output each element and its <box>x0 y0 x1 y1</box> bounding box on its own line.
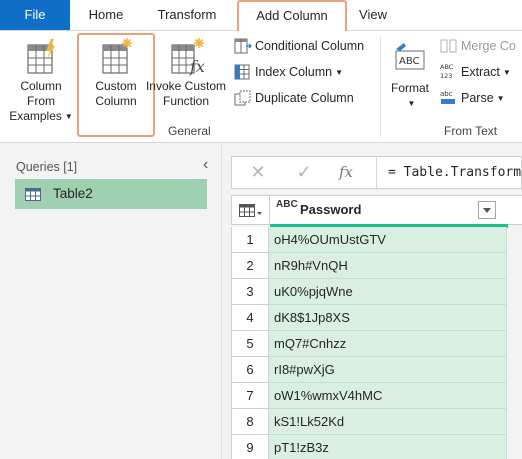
queries-pane: Queries [1] ‹ Table2 <box>0 143 222 459</box>
formula-bar: ✕ ✓ fx = Table.Transform <box>231 156 522 189</box>
row-number[interactable]: 1 <box>231 227 269 253</box>
tab-file[interactable]: File <box>0 0 70 30</box>
grid-rows: 1 oH4%OUmUstGTV 2 nR9h#VnQH 3 uK0%pjqWne… <box>231 227 522 459</box>
tab-add-column[interactable]: Add Column <box>237 0 347 31</box>
table-row: 2 nR9h#VnQH <box>231 253 522 279</box>
formula-bar-divider <box>376 157 377 188</box>
table-row: 6 rI8#pwXjG <box>231 357 522 383</box>
merge-columns-label: Merge Co <box>461 39 516 53</box>
queries-header: Queries [1] <box>16 160 78 174</box>
duplicate-column-icon <box>234 90 251 106</box>
insert-function-icon[interactable]: fx <box>326 157 366 188</box>
table-cell[interactable]: dK8$1Jp8XS <box>269 305 507 331</box>
index-column-label: Index Column <box>255 65 333 79</box>
formula-text[interactable]: = Table.Transform <box>388 157 521 188</box>
row-number[interactable]: 8 <box>231 409 269 435</box>
index-column-icon <box>234 64 250 80</box>
table-row: 3 uK0%pjqWne <box>231 279 522 305</box>
table-row: 1 oH4%OUmUstGTV <box>231 227 522 253</box>
conditional-column-icon <box>234 38 252 54</box>
table-cell[interactable]: kS1!Lk52Kd <box>269 409 507 435</box>
column-filter-dropdown-icon[interactable] <box>478 201 496 219</box>
conditional-column-button[interactable]: Conditional Column <box>234 35 364 57</box>
invoke-custom-function-label-1: Invoke Custom <box>145 79 227 93</box>
table-cell[interactable]: oH4%OUmUstGTV <box>269 227 507 253</box>
parse-dropdown-icon: ▼ <box>496 94 505 103</box>
grid-header: ABC Password <box>231 195 522 228</box>
row-number[interactable]: 6 <box>231 357 269 383</box>
tab-home[interactable]: Home <box>78 0 134 30</box>
table-row: 4 dK8$1Jp8XS <box>231 305 522 331</box>
table-menu-icon <box>239 204 262 217</box>
parse-icon: abc <box>440 90 455 104</box>
svg-text:fx: fx <box>189 57 205 76</box>
table-cell[interactable]: pT1!zB3z <box>269 435 507 459</box>
ribbon-group-separator <box>380 37 381 137</box>
table-row: 5 mQ7#Cnhzz <box>231 331 522 357</box>
extract-dropdown-icon: ▼ <box>502 68 511 77</box>
group-label-general: General <box>168 124 211 138</box>
query-item-table2[interactable]: Table2 <box>15 179 207 209</box>
custom-column-icon <box>102 38 132 74</box>
column-header-password[interactable]: ABC Password <box>270 196 522 224</box>
table-row: 9 pT1!zB3z <box>231 435 522 459</box>
row-number[interactable]: 4 <box>231 305 269 331</box>
table-menu-button[interactable] <box>232 196 270 224</box>
format-button[interactable]: ABC Format ▼ <box>386 41 434 111</box>
query-item-label: Table2 <box>53 186 93 201</box>
parse-button[interactable]: abc Parse ▼ <box>440 87 505 109</box>
merge-columns-icon <box>440 39 457 53</box>
table-cell[interactable]: oW1%wmxV4hMC <box>269 383 507 409</box>
extract-label: Extract <box>461 65 500 79</box>
column-from-examples-icon <box>27 39 55 74</box>
collapse-pane-icon[interactable]: ‹ <box>203 156 208 174</box>
extract-button[interactable]: ABC 123 Extract ▼ <box>440 61 511 83</box>
svg-text:ABC: ABC <box>440 63 454 71</box>
index-column-button[interactable]: Index Column ▼ <box>234 61 343 83</box>
text-type-icon[interactable]: ABC <box>276 200 298 210</box>
cancel-formula-icon[interactable]: ✕ <box>238 157 278 188</box>
tab-view[interactable]: View <box>352 0 394 30</box>
svg-text:ABC: ABC <box>399 56 420 67</box>
table-cell[interactable]: mQ7#Cnhzz <box>269 331 507 357</box>
conditional-column-label: Conditional Column <box>255 39 365 53</box>
invoke-custom-function-button[interactable]: fx Invoke Custom Function <box>140 37 232 109</box>
tab-transform[interactable]: Transform <box>148 0 226 30</box>
index-column-dropdown-icon: ▼ <box>335 68 344 77</box>
duplicate-column-button[interactable]: Duplicate Column <box>234 87 354 109</box>
format-label: Format <box>390 81 429 95</box>
row-number[interactable]: 5 <box>231 331 269 357</box>
table-row: 7 oW1%wmxV4hMC <box>231 383 522 409</box>
commit-formula-icon[interactable]: ✓ <box>284 157 324 188</box>
main-pane: ✕ ✓ fx = Table.Transform ABC Password 1 … <box>222 143 522 459</box>
table-icon <box>25 188 41 201</box>
row-number[interactable]: 3 <box>231 279 269 305</box>
group-label-from-text: From Text <box>444 124 498 138</box>
merge-columns-button[interactable]: Merge Co <box>440 35 516 57</box>
ribbon: Column From Examples ▼ Custom Column fx … <box>0 30 522 143</box>
format-dropdown-icon: ▼ <box>407 99 416 108</box>
table-row: 8 kS1!Lk52Kd <box>231 409 522 435</box>
svg-text:abc: abc <box>440 90 453 98</box>
column-name: Password <box>300 202 362 217</box>
column-from-examples-label-1: Column From <box>20 79 62 108</box>
invoke-custom-function-label-2: Function <box>162 94 210 108</box>
column-from-examples-button[interactable]: Column From Examples ▼ <box>6 37 76 124</box>
extract-icon: ABC 123 <box>440 63 454 80</box>
table-cell[interactable]: rI8#pwXjG <box>269 357 507 383</box>
ribbon-tab-strip: File Home Transform Add Column View <box>0 0 522 31</box>
row-number[interactable]: 2 <box>231 253 269 279</box>
invoke-custom-function-icon: fx <box>171 38 205 76</box>
duplicate-column-label: Duplicate Column <box>255 91 354 105</box>
svg-text:123: 123 <box>440 72 452 80</box>
format-text-icon: ABC <box>395 43 425 70</box>
row-number[interactable]: 7 <box>231 383 269 409</box>
table-cell[interactable]: nR9h#VnQH <box>269 253 507 279</box>
parse-label: Parse <box>461 91 494 105</box>
row-number[interactable]: 9 <box>231 435 269 459</box>
table-cell[interactable]: uK0%pjqWne <box>269 279 507 305</box>
column-from-examples-label-2: Examples ▼ <box>9 109 73 123</box>
